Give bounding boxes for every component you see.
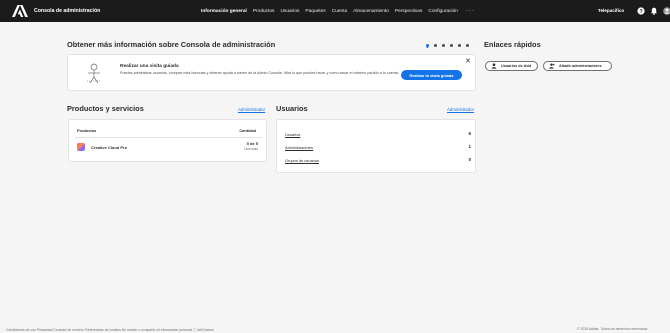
carousel-dot[interactable] xyxy=(458,44,461,47)
nav-overview[interactable]: Información general xyxy=(201,9,247,14)
product-quantity: 5 de 5 xyxy=(246,141,258,146)
list-item: Administradores 1 xyxy=(285,144,471,153)
carousel-dots xyxy=(426,44,469,47)
table-row[interactable]: Creative Cloud Pro 5 de 5 Licencias xyxy=(75,137,262,155)
creative-cloud-icon xyxy=(77,143,85,151)
user-icon xyxy=(491,63,497,69)
add-admins-button[interactable]: Añadir administradores xyxy=(543,61,612,71)
more-menu-icon[interactable]: ··· xyxy=(466,8,475,14)
take-tour-button[interactable]: Realizar la visita guiada xyxy=(401,70,462,80)
nav-settings[interactable]: Configuración xyxy=(428,9,458,14)
product-unit: Licencias xyxy=(243,147,258,151)
nav-users[interactable]: Usuarios xyxy=(280,9,299,14)
carousel-dot[interactable] xyxy=(434,44,437,47)
org-switcher[interactable]: Telepacifico xyxy=(598,8,624,13)
add-admins-label: Añadir administradores xyxy=(559,64,602,68)
user-groups-count-link[interactable]: Grupos de usuarios xyxy=(285,158,319,163)
carousel-dot[interactable] xyxy=(466,44,469,47)
nav-products[interactable]: Productos xyxy=(253,9,275,14)
users-heading: Usuarios xyxy=(276,104,308,113)
users-admin-link[interactable]: Administrador xyxy=(447,107,474,112)
notifications-icon[interactable] xyxy=(650,7,658,15)
carousel-dot[interactable] xyxy=(426,44,429,47)
add-users-button[interactable]: Usuarios de Add xyxy=(485,61,538,71)
main-nav: Información general Productos Usuarios P… xyxy=(201,0,475,22)
list-item: Usuarios 6 xyxy=(285,131,471,140)
footer: Condiciones de uso Privacidad Contrato d… xyxy=(0,327,670,333)
products-card: Productos Cantidad Creative Cloud Pro 5 … xyxy=(68,119,267,162)
products-heading: Productos y servicios xyxy=(67,104,144,113)
nav-insights[interactable]: Perspectivas xyxy=(395,9,422,14)
guided-tour-illustration-icon xyxy=(87,63,101,84)
product-name[interactable]: Creative Cloud Pro xyxy=(91,145,127,150)
nav-account[interactable]: Cuenta xyxy=(332,9,347,14)
footer-links[interactable]: Condiciones de uso Privacidad Contrato d… xyxy=(6,327,214,332)
user-groups-count-value: 0 xyxy=(468,157,471,162)
close-icon[interactable]: ✕ xyxy=(465,57,471,65)
admins-count-value: 1 xyxy=(468,144,471,149)
carousel-dot[interactable] xyxy=(442,44,445,47)
app-title[interactable]: Consola de administración xyxy=(34,8,100,14)
tour-title: Realizar una visita guiada xyxy=(120,64,179,69)
carousel-dot[interactable] xyxy=(450,44,453,47)
add-admin-icon xyxy=(549,63,555,69)
adobe-logo-icon[interactable] xyxy=(12,5,28,17)
add-users-label: Usuarios de Add xyxy=(501,64,532,68)
quick-links-heading: Enlaces rápidos xyxy=(484,40,541,49)
learn-more-heading: Obtener más información sobre Consola de… xyxy=(67,40,276,49)
users-count-link[interactable]: Usuarios xyxy=(285,132,300,137)
nav-packages[interactable]: Paquetes xyxy=(305,9,325,14)
products-admin-link[interactable]: Administrador xyxy=(238,107,265,112)
users-count-value: 6 xyxy=(468,131,471,136)
admins-count-link[interactable]: Administradores xyxy=(285,145,313,150)
quantity-column-header: Cantidad xyxy=(239,128,256,133)
users-card: Usuarios 6 Administradores 1 Grupos de u… xyxy=(276,119,476,173)
guided-tour-card: Realizar una visita guiada Puedes admini… xyxy=(67,54,476,91)
products-column-header: Productos xyxy=(77,128,97,133)
avatar[interactable] xyxy=(663,7,670,15)
footer-copyright: © 2025 Adobe. Todos los derechos reserva… xyxy=(577,327,649,331)
nav-storage[interactable]: Almacenamiento xyxy=(353,9,389,14)
list-item: Grupos de usuarios 0 xyxy=(285,157,471,166)
help-icon[interactable]: ? xyxy=(637,7,645,15)
top-bar: Consola de administración Información ge… xyxy=(0,0,670,22)
